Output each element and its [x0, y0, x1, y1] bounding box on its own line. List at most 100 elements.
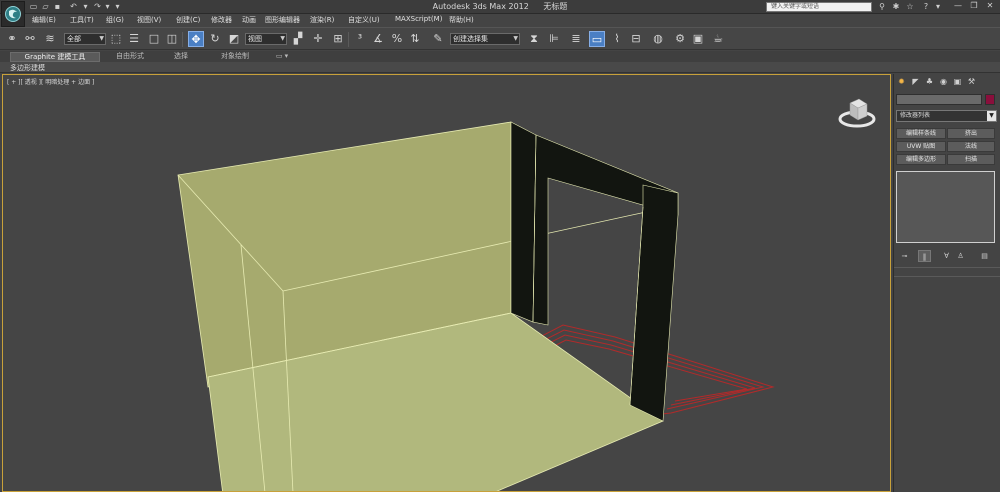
edit-spline-button[interactable]: 编辑样条线	[896, 128, 946, 139]
use-pivot-center-icon[interactable]: ▞	[290, 31, 306, 47]
select-and-link-icon[interactable]: ⚭	[4, 31, 20, 47]
binoculars-icon[interactable]: ⚲	[876, 1, 888, 12]
ribbon-panel-label[interactable]: 多边形建模	[10, 63, 45, 73]
window-crossing-icon[interactable]: ◫	[164, 31, 180, 47]
select-and-rotate-icon[interactable]: ↻	[207, 31, 223, 47]
tab-graphite-modeling[interactable]: Graphite 建模工具	[10, 52, 100, 62]
render-production-icon[interactable]: ☕	[710, 31, 726, 47]
selection-filter-dropdown[interactable]: 全部 ▼	[64, 33, 106, 45]
menu-graph-editors[interactable]: 图形编辑器	[265, 15, 300, 25]
modifier-stack-list[interactable]	[896, 171, 995, 243]
modify-tab-icon[interactable]: ◤	[910, 76, 921, 88]
select-and-scale-icon[interactable]: ◩	[226, 31, 242, 47]
ribbon-options-icon[interactable]: ▭ ▾	[272, 52, 292, 62]
app-logo-button[interactable]	[1, 1, 25, 27]
menu-group[interactable]: 组(G)	[106, 15, 124, 25]
curve-editor-icon[interactable]: ⌇	[609, 31, 625, 47]
menu-views[interactable]: 视图(V)	[137, 15, 161, 25]
graphite-ribbon: Graphite 建模工具 自由形式 选择 对象绘制 ▭ ▾	[0, 51, 1000, 62]
menu-maxscript[interactable]: MAXScript(M)	[395, 15, 442, 23]
tab-object-paint[interactable]: 对象绘制	[206, 52, 264, 62]
menu-edit[interactable]: 编辑(E)	[32, 15, 56, 25]
normal-button[interactable]: 法线	[947, 141, 995, 152]
unlink-selection-icon[interactable]: ⚯	[22, 31, 38, 47]
close-icon[interactable]: ✕	[984, 0, 996, 12]
rendered-frame-window-icon[interactable]: ▣	[690, 31, 706, 47]
chevron-down-icon: ▼	[513, 35, 518, 42]
restore-icon[interactable]: ❐	[968, 0, 980, 12]
menu-help[interactable]: 帮助(H)	[449, 15, 474, 25]
undo-icon[interactable]: ↶	[68, 2, 79, 11]
tab-freeform[interactable]: 自由形式	[104, 52, 156, 62]
angle-snap-icon[interactable]: ∡	[370, 31, 386, 47]
rectangular-selection-icon[interactable]: □	[146, 31, 162, 47]
menu-tools[interactable]: 工具(T)	[70, 15, 94, 25]
new-file-icon[interactable]: ▭	[28, 2, 39, 11]
menu-rendering[interactable]: 渲染(R)	[310, 15, 334, 25]
select-and-manipulate-icon[interactable]: ✛	[310, 31, 326, 47]
render-setup-icon[interactable]: ⚙	[672, 31, 688, 47]
open-file-icon[interactable]: ▱	[40, 2, 51, 11]
align-icon[interactable]: ⊫	[546, 31, 562, 47]
object-name-field[interactable]	[896, 94, 982, 105]
percent-snap-icon[interactable]: %	[389, 31, 405, 47]
viewport-label[interactable]: [ + ][ 透视 ][ 明暗处理 + 边面 ]	[7, 77, 94, 86]
tab-selection[interactable]: 选择	[158, 52, 204, 62]
menu-modifiers[interactable]: 修改器	[211, 15, 232, 25]
object-color-swatch[interactable]	[985, 94, 995, 105]
quick-access-customize-icon[interactable]: ▾	[112, 2, 123, 11]
modifier-list-value: 修改器列表	[900, 112, 931, 119]
reference-coordinate-dropdown[interactable]: 视图 ▼	[245, 33, 287, 45]
menu-create[interactable]: 创建(C)	[176, 15, 200, 25]
perspective-viewport[interactable]: [ + ][ 透视 ][ 明暗处理 + 边面 ]	[2, 74, 891, 492]
edit-poly-button[interactable]: 编辑多边形	[896, 154, 946, 165]
pin-stack-icon[interactable]: ⊸	[898, 250, 911, 262]
modifier-list-dropdown[interactable]: 修改器列表 ▼	[896, 110, 997, 122]
sweep-button[interactable]: 扫描	[947, 154, 995, 165]
menu-bar: 编辑(E) 工具(T) 组(G) 视图(V) 创建(C) 修改器 动画 图形编辑…	[26, 14, 1000, 27]
chevron-down-icon: ▼	[987, 111, 996, 121]
edit-named-selection-icon[interactable]: ✎	[430, 31, 446, 47]
command-panel: ✹ ◤ ♣ ◉ ▣ ⚒ 修改器列表 ▼ 编辑样条线 挤出 UVW 贴图 法线 编…	[893, 74, 1000, 492]
favorites-star-icon[interactable]: ☆	[904, 1, 916, 12]
mirror-icon[interactable]: ⧗	[526, 31, 542, 47]
make-unique-icon[interactable]: ∀	[940, 250, 953, 262]
select-object-icon[interactable]: ⬚	[108, 31, 124, 47]
communication-center-icon[interactable]: ✱	[890, 1, 902, 12]
search-input[interactable]: 键入关键字或短语	[766, 2, 872, 12]
create-tab-icon[interactable]: ✹	[896, 76, 907, 88]
reference-coordinate-value: 视图	[248, 35, 262, 43]
motion-tab-icon[interactable]: ◉	[938, 76, 949, 88]
undo-dropdown-icon[interactable]: ▾	[80, 2, 91, 11]
spinner-snap-icon[interactable]: ⇅	[407, 31, 423, 47]
layer-manager-icon[interactable]: ≣	[568, 31, 584, 47]
remove-modifier-icon[interactable]: ♙	[954, 250, 967, 262]
snaps-toggle-icon[interactable]: ³	[352, 31, 368, 47]
display-tab-icon[interactable]: ▣	[952, 76, 963, 88]
keyboard-shortcut-override-icon[interactable]: ⊞	[330, 31, 346, 47]
utilities-tab-icon[interactable]: ⚒	[966, 76, 977, 88]
hierarchy-tab-icon[interactable]: ♣	[924, 76, 935, 88]
menu-customize[interactable]: 自定义(U)	[348, 15, 380, 25]
3dsmax-logo-icon	[5, 6, 21, 22]
named-selection-dropdown[interactable]: 创建选择集 ▼	[450, 33, 520, 45]
menu-animation[interactable]: 动画	[242, 15, 256, 25]
select-by-name-icon[interactable]: ☰	[126, 31, 142, 47]
help-dropdown-icon[interactable]: ▾	[932, 1, 944, 12]
uvw-map-button[interactable]: UVW 贴图	[896, 141, 946, 152]
graphite-ribbon-toggle-icon[interactable]: ▭	[589, 31, 605, 47]
schematic-view-icon[interactable]: ⊟	[628, 31, 644, 47]
help-icon[interactable]: ?	[920, 1, 932, 12]
bind-to-space-warp-icon[interactable]: ≋	[42, 31, 58, 47]
show-end-result-icon[interactable]: ‖	[918, 250, 931, 262]
select-and-move-icon[interactable]: ✥	[188, 31, 204, 47]
minimize-icon[interactable]: —	[952, 0, 964, 12]
save-file-icon[interactable]: ▪	[52, 2, 63, 11]
extrude-button[interactable]: 挤出	[947, 128, 995, 139]
configure-modifier-sets-icon[interactable]: ▤	[978, 250, 991, 262]
ribbon-panel-bar: 多边形建模	[0, 62, 1000, 73]
viewcube-icon[interactable]	[837, 95, 877, 129]
chevron-down-icon: ▼	[99, 35, 104, 42]
toolbar-separator	[182, 32, 183, 47]
material-editor-icon[interactable]: ◍	[650, 31, 666, 47]
